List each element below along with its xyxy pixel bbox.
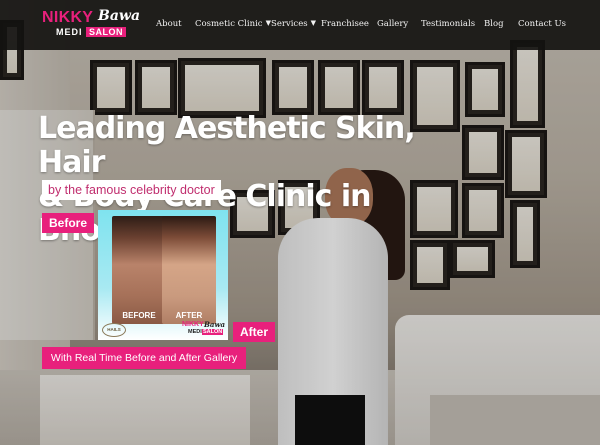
chevron-down-icon: ▼ [310,19,316,27]
card-logo-nikky: NIKKY [182,321,204,328]
nav-item-contact-us[interactable]: Contact Us [518,19,566,33]
after-photo: AFTER [162,216,216,324]
logo-text-nikky: NIKKY [42,9,94,26]
before-photo-label: BEFORE [122,311,156,320]
nav-item-label: Contact Us [518,19,566,29]
card-logo-medi: MEDI [188,329,202,335]
nav-item-label: Gallery [377,19,409,29]
nav-item-testimonials[interactable]: Testimonials [421,19,475,33]
after-photo-label: AFTER [175,311,203,320]
nav-item-franchisee[interactable]: Franchisee [321,19,369,33]
nav-item-label: Services [271,19,308,29]
logo-text-medi: MEDI [56,27,83,37]
logo-text-bawa: Bawa [98,8,141,24]
hero-byline: by the famous celebrity doctor [42,180,221,200]
gallery-cta-button[interactable]: With Real Time Before and After Gallery [42,347,246,369]
card-logo-bawa: Bawa [204,320,226,329]
nav-item-label: Cosmetic Clinic [195,19,263,29]
nav-item-gallery[interactable]: Gallery [377,19,408,33]
after-tag: After [233,322,276,342]
card-logo-salon: SALON [202,329,224,335]
nav-item-blog[interactable]: Blog [484,19,504,33]
nav-item-label: About [156,19,182,29]
before-after-card[interactable]: BEFORE AFTER HAILS NIKKY Bawa MEDI SALON [98,210,228,340]
brand-logo[interactable]: NIKKY Bawa MEDI SALON [42,8,142,41]
nav-item-label: Blog [484,19,504,29]
logo-text-salon: SALON [86,27,126,37]
top-navbar: NIKKY Bawa MEDI SALON About Cosmetic Cli… [0,0,600,50]
nav-item-label: Franchisee [321,19,369,29]
before-tag: Before [42,213,95,233]
card-logo: NIKKY Bawa MEDI SALON [182,320,226,337]
hails-badge: HAILS [102,323,126,337]
nav-item-cosmetic-clinic[interactable]: Cosmetic Clinic ▼ [195,19,271,33]
headline-line-1: Leading Aesthetic Skin, Hair [38,111,416,180]
nav-item-services[interactable]: Services ▼ [271,19,316,33]
before-photo: BEFORE [112,216,166,324]
nav-item-label: Testimonials [421,19,476,29]
nav-item-about[interactable]: About [156,19,182,33]
